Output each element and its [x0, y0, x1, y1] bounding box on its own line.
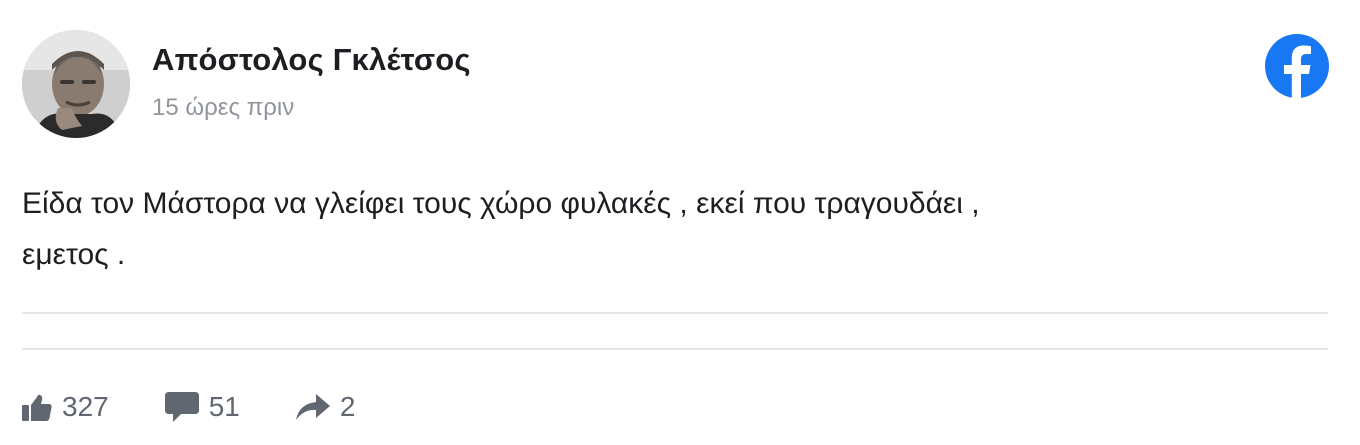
engagement-stats: 327 51 2 [22, 385, 411, 429]
shares-stat[interactable]: 2 [295, 391, 356, 423]
comments-stat[interactable]: 51 [164, 391, 240, 423]
post-text-line: εμετος . [22, 238, 126, 271]
thumbs-up-icon [22, 393, 52, 421]
likes-count: 327 [62, 391, 109, 422]
author-name[interactable]: Απόστολος Γκλέτσος [152, 42, 471, 78]
divider [22, 312, 1328, 314]
avatar[interactable] [22, 30, 130, 138]
share-arrow-icon [295, 394, 330, 420]
facebook-post-card: Απόστολος Γκλέτσος 15 ώρες πριν Είδα τον… [0, 0, 1360, 445]
shares-count: 2 [339, 391, 356, 422]
profile-photo [22, 30, 130, 138]
comment-bubble-icon [164, 392, 199, 422]
comments-count: 51 [208, 391, 240, 422]
facebook-logo-icon[interactable] [1265, 34, 1329, 98]
post-timestamp[interactable]: 15 ώρες πριν [152, 94, 294, 122]
likes-stat[interactable]: 327 [22, 391, 109, 423]
post-body-text: Είδα τον Μάστορα να γλείφει τους χώρο φυ… [22, 178, 1322, 280]
post-text-line: Είδα τον Μάστορα να γλείφει τους χώρο φυ… [22, 187, 980, 220]
divider [22, 348, 1328, 350]
